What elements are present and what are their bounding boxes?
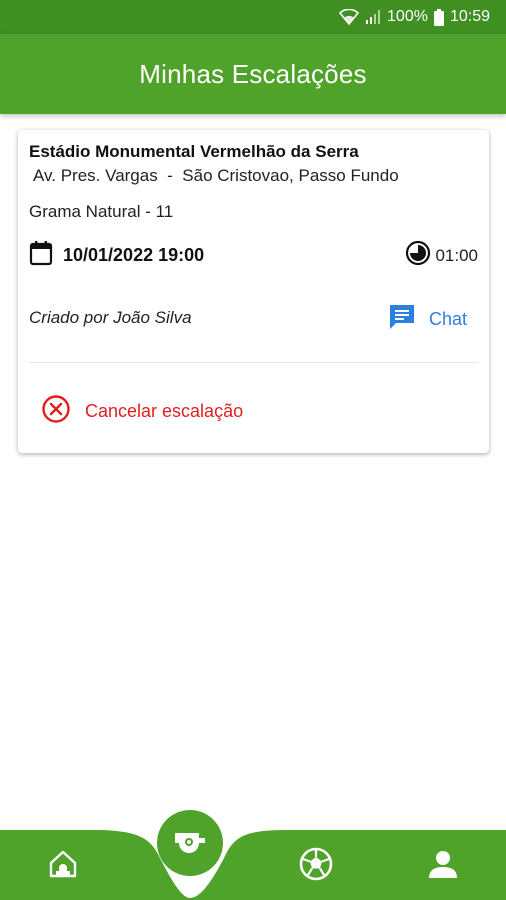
venue-address: Av. Pres. Vargas - São Cristovao, Passo … [33,166,399,185]
datetime-row: 10/01/2022 19:00 [29,240,204,271]
nav-home[interactable] [43,846,83,886]
booking-datetime: 10/01/2022 19:00 [63,245,205,265]
home-icon [48,849,78,884]
chat-label: Chat [428,309,467,329]
timer-icon [405,240,431,271]
wifi-icon [339,9,360,25]
booking-card[interactable]: Estádio Monumental Vermelhão da Serra Av… [18,130,489,453]
soccer-ball-icon [299,847,333,886]
nav-matches[interactable] [296,846,336,886]
creator-label: Criado por João Silva [29,308,192,327]
profile-icon [428,849,458,884]
nav-profile[interactable] [423,846,463,886]
app-bar: Minhas Escalações [0,34,506,114]
battery-icon [433,8,444,26]
cancel-booking-label: Cancelar escalação [85,401,244,421]
field-type: Grama Natural - 11 [29,202,174,221]
chat-icon [387,302,417,337]
battery-percentage: 100% [387,8,428,25]
calendar-icon [29,240,53,271]
duration: 01:00 [405,240,478,271]
page-title: Minhas Escalações [139,58,367,89]
cancel-icon [41,394,71,429]
cancel-booking-button[interactable]: Cancelar escalação [41,394,243,429]
status-bar: 100% 10:59 [0,0,506,34]
bottom-navigation [0,810,506,900]
divider [29,362,478,363]
nav-escalacoes[interactable] [157,810,223,876]
chat-button[interactable]: Chat [387,302,467,337]
clock: 10:59 [449,8,490,25]
signal-icon [365,9,381,25]
venue-name: Estádio Monumental Vermelhão da Serra [29,142,359,161]
whistle-icon [173,828,207,859]
booking-duration: 01:00 [435,245,478,265]
